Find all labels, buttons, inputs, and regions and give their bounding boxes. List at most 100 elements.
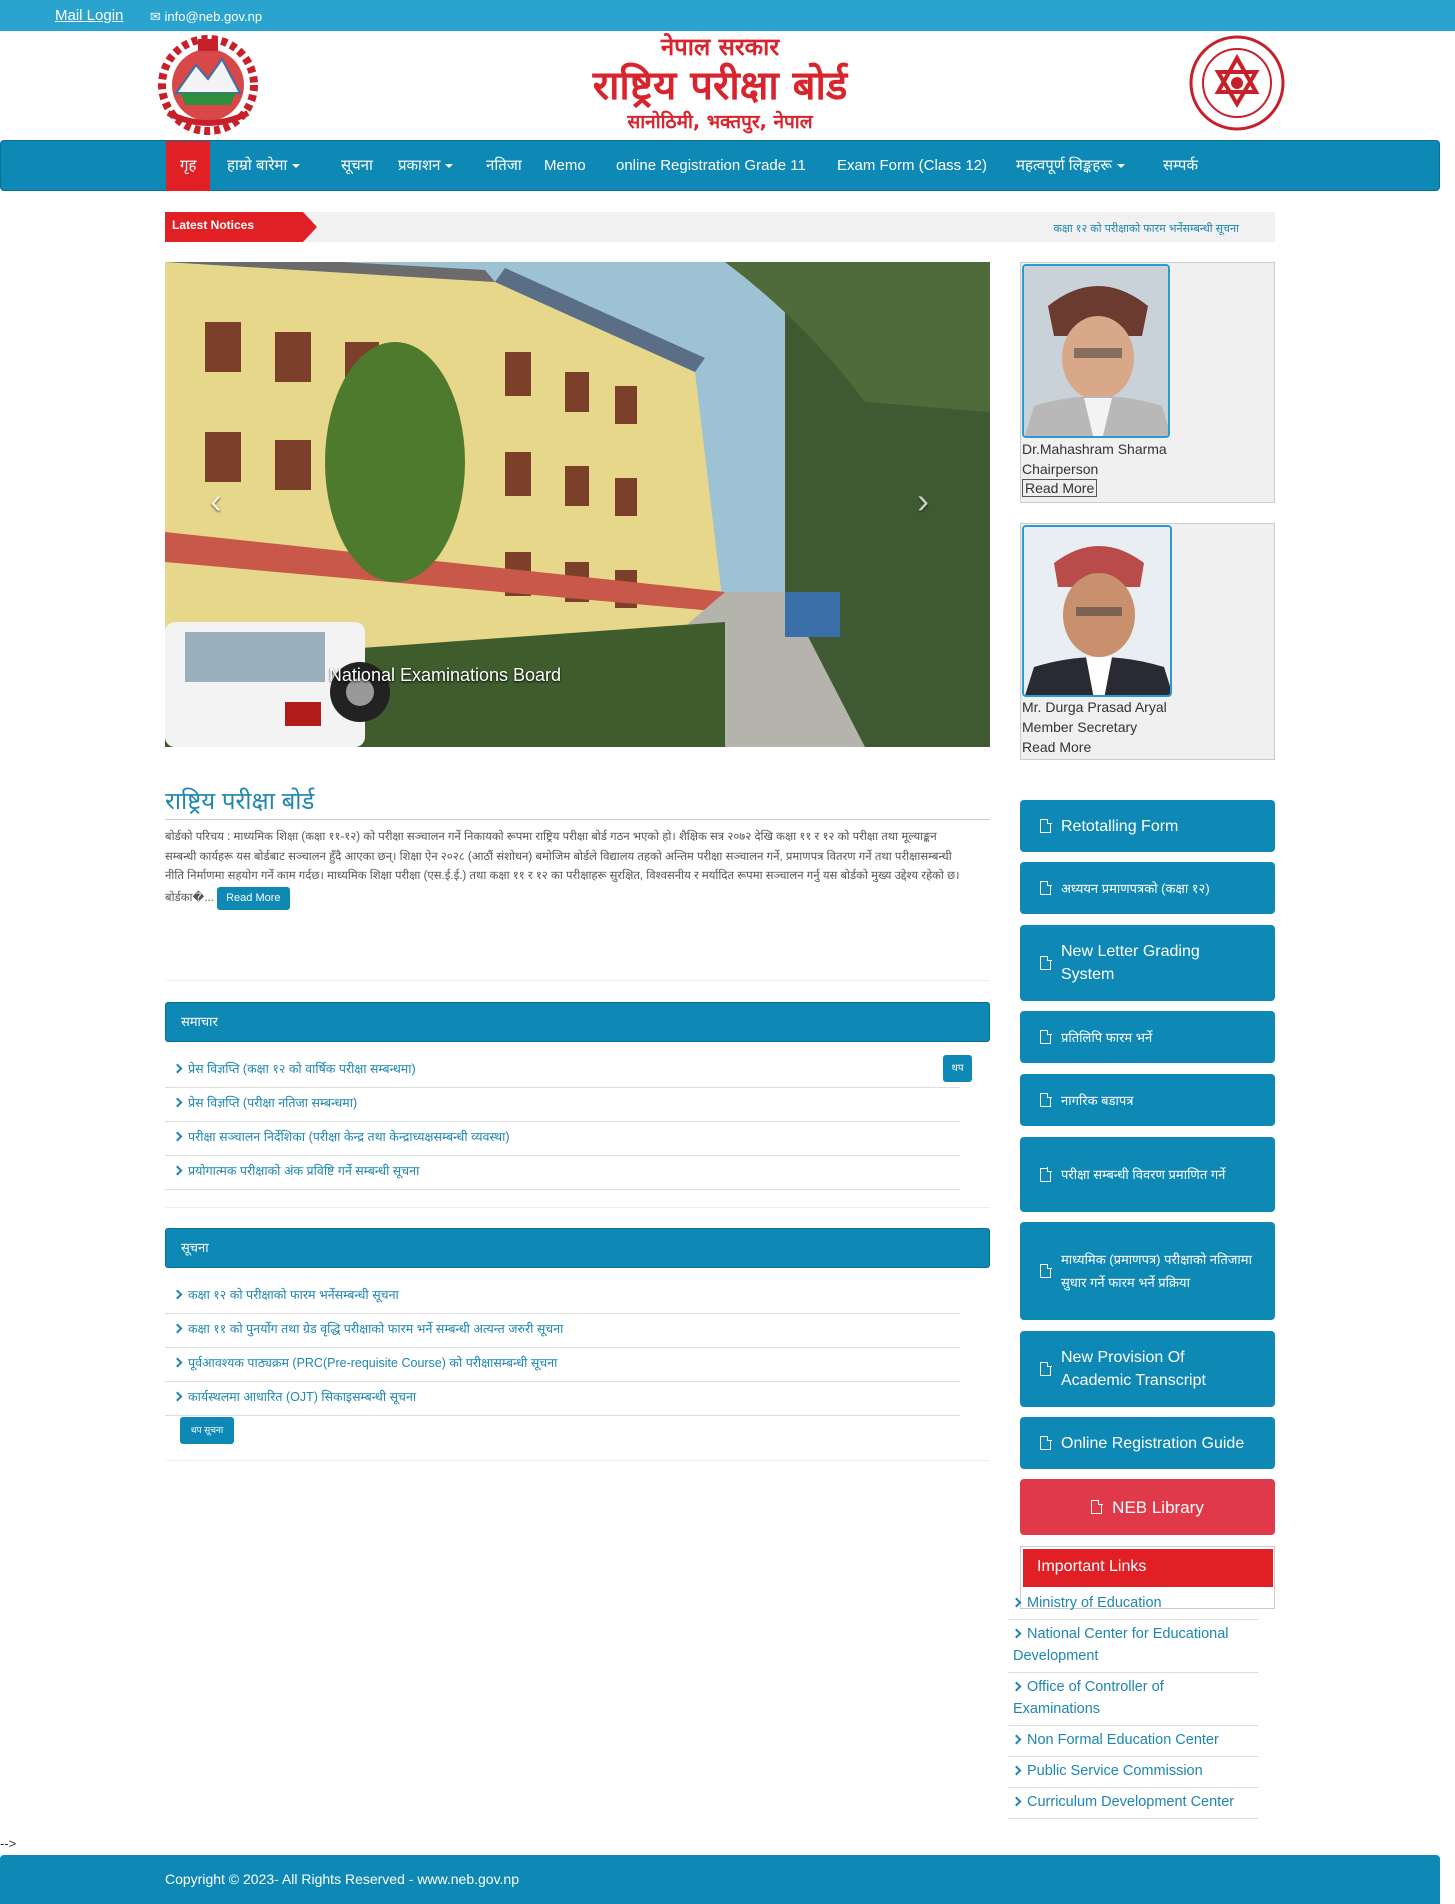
file-icon xyxy=(1040,1263,1052,1278)
chevron-right-icon xyxy=(172,1289,183,1300)
notice-item-text: कार्यस्थलमा आधारित (OJT) सिकाइसम्बन्धी स… xyxy=(188,1390,417,1404)
nav-label: महत्वपूर्ण लिङ्कहरू xyxy=(1016,157,1112,174)
retotalling-form-button[interactable]: Retotalling Form xyxy=(1020,800,1275,852)
academic-transcript-button[interactable]: New Provision Of Academic Transcript xyxy=(1020,1331,1275,1407)
list-item[interactable]: प्रेस विज्ञप्ति (परीक्षा नतिजा सम्बन्धमा… xyxy=(165,1088,960,1122)
list-item[interactable]: कक्षा ११ को पुनर्योग तथा ग्रेड वृद्धि पर… xyxy=(165,1314,960,1348)
list-item[interactable]: Curriculum Development Center xyxy=(1008,1788,1258,1819)
letter-grading-button[interactable]: New Letter Grading System xyxy=(1020,925,1275,1001)
news-item-text: प्रयोगात्मक परीक्षाको अंक प्रविष्टि गर्न… xyxy=(188,1164,420,1178)
sidebar-button-label: New Letter Grading System xyxy=(1061,943,1200,983)
list-item[interactable]: Public Service Commission xyxy=(1008,1757,1258,1788)
nav-label: प्रकाशन xyxy=(398,157,441,174)
list-item[interactable]: परीक्षा सञ्चालन निर्देशिका (परीक्षा केन्… xyxy=(165,1122,960,1156)
link-text: Curriculum Development Center xyxy=(1027,1794,1235,1810)
list-item[interactable]: Non Formal Education Center xyxy=(1008,1726,1258,1757)
chevron-right-icon xyxy=(1011,1681,1022,1692)
nav-label: नतिजा xyxy=(486,157,522,174)
file-icon xyxy=(1040,1167,1052,1182)
mail-login-link[interactable]: Mail Login xyxy=(55,7,123,24)
chevron-right-icon xyxy=(172,1131,183,1142)
list-item[interactable]: कक्षा १२ को परीक्षाको फारम भर्नेसम्बन्धी… xyxy=(165,1280,960,1314)
divider xyxy=(165,1460,990,1461)
nav-label: हाम्रो बारेमा xyxy=(227,157,288,174)
carousel-prev-arrow[interactable]: ‹ xyxy=(210,480,222,522)
copy-form-button[interactable]: प्रतिलिपि फारम भर्ने xyxy=(1020,1011,1275,1063)
site-footer: Copyright © 2023- All Rights Reserved - … xyxy=(0,1855,1440,1904)
file-icon xyxy=(1091,1499,1103,1514)
list-item[interactable]: पूर्वआवश्यक पाठ्यक्रम (PRC(Pre-requisite… xyxy=(165,1348,960,1382)
chevron-right-icon xyxy=(1011,1765,1022,1776)
intro-title: राष्ट्रिय परीक्षा बोर्ड xyxy=(165,784,990,820)
notices-more-button[interactable]: थप सूचना xyxy=(180,1417,234,1444)
caret-down-icon xyxy=(1116,164,1125,169)
chevron-right-icon xyxy=(1011,1796,1022,1807)
profile-card-chairperson: Dr.Mahashram Sharma Chairperson Read Mor… xyxy=(1020,262,1275,503)
nav-important-links[interactable]: महत्वपूर्ण लिङ्कहरू xyxy=(1002,141,1139,191)
neb-library-button[interactable]: NEB Library xyxy=(1020,1479,1275,1535)
citizen-charter-button[interactable]: नागरिक बडापत्र xyxy=(1020,1074,1275,1126)
nav-exam-form[interactable]: Exam Form (Class 12) xyxy=(823,141,1001,191)
latest-notices-ticker: Latest Notices कक्षा १२ को परीक्षाको फार… xyxy=(165,212,1275,242)
file-icon xyxy=(1040,1029,1052,1044)
online-registration-guide-button[interactable]: Online Registration Guide xyxy=(1020,1417,1275,1469)
sidebar-button-label: अध्ययन प्रमाणपत्रको (कक्षा १२) xyxy=(1061,880,1210,896)
chevron-right-icon xyxy=(1011,1597,1022,1608)
important-links-header: Important Links xyxy=(1023,1549,1273,1587)
study-certificate-button[interactable]: अध्ययन प्रमाणपत्रको (कक्षा १२) xyxy=(1020,862,1275,914)
link-text: National Center for Educational Developm… xyxy=(1013,1626,1229,1664)
list-item[interactable]: प्रयोगात्मक परीक्षाको अंक प्रविष्टि गर्न… xyxy=(165,1156,960,1190)
stray-markup-text: --> xyxy=(0,1836,17,1851)
nav-publications[interactable]: प्रकाशन xyxy=(384,141,467,191)
envelope-icon: ✉ xyxy=(150,9,161,24)
chairperson-role: Chairperson xyxy=(1022,461,1099,477)
nav-home[interactable]: गृह xyxy=(166,141,211,191)
file-icon xyxy=(1040,955,1052,970)
list-item[interactable]: कार्यस्थलमा आधारित (OJT) सिकाइसम्बन्धी स… xyxy=(165,1382,960,1416)
divider xyxy=(165,1207,990,1208)
intro-read-more-button[interactable]: Read More xyxy=(217,886,290,910)
news-list: प्रेस विज्ञप्ति (कक्षा १२ को वार्षिक परी… xyxy=(165,1054,960,1190)
news-more-button[interactable]: थप xyxy=(943,1055,972,1082)
sidebar-button-label: Retotalling Form xyxy=(1061,817,1179,835)
nav-label: गृह xyxy=(180,157,197,174)
nav-label: online Registration Grade 11 xyxy=(616,157,806,174)
chevron-right-icon xyxy=(172,1165,183,1176)
chairperson-read-more-button[interactable]: Read More xyxy=(1022,479,1098,497)
notice-item-text: पूर्वआवश्यक पाठ्यक्रम (PRC(Pre-requisite… xyxy=(188,1356,558,1370)
link-text: Ministry of Education xyxy=(1027,1595,1162,1611)
nav-online-registration[interactable]: online Registration Grade 11 xyxy=(602,141,820,191)
nav-memo[interactable]: Memo xyxy=(530,141,600,191)
news-item-text: प्रेस विज्ञप्ति (परीक्षा नतिजा सम्बन्धमा… xyxy=(188,1096,358,1110)
carousel-next-arrow[interactable]: › xyxy=(917,480,929,522)
chevron-right-icon xyxy=(172,1323,183,1334)
nav-notices[interactable]: सूचना xyxy=(327,141,387,191)
divider xyxy=(165,980,990,981)
list-item[interactable]: प्रेस विज्ञप्ति (कक्षा १२ को वार्षिक परी… xyxy=(165,1054,960,1088)
nav-results[interactable]: नतिजा xyxy=(472,141,536,191)
news-panel-header: समाचार xyxy=(165,1002,990,1042)
site-title: नेपाल सरकार राष्ट्रिय परीक्षा बोर्ड सानो… xyxy=(520,31,920,135)
nav-label: सूचना xyxy=(341,157,373,174)
ticker-notice-link[interactable]: कक्षा १२ को परीक्षाको फारम भर्नेसम्बन्धी… xyxy=(1054,221,1239,236)
result-correction-button[interactable]: माध्यमिक (प्रमाणपत्र) परीक्षाको नतिजामा … xyxy=(1020,1222,1275,1320)
profile-card-member-secretary: Mr. Durga Prasad Aryal Member Secretary … xyxy=(1020,523,1275,760)
email-contact[interactable]: ✉ info@neb.gov.np xyxy=(150,9,262,25)
list-item[interactable]: Ministry of Education xyxy=(1008,1589,1258,1620)
exam-details-verification-button[interactable]: परीक्षा सम्बन्धी विवरण प्रमाणित गर्ने xyxy=(1020,1137,1275,1212)
caret-down-icon xyxy=(292,164,301,169)
chevron-right-icon xyxy=(172,1097,183,1108)
carousel-caption: National Examinations Board xyxy=(328,665,562,685)
list-item[interactable]: Office of Controller of Examinations xyxy=(1008,1673,1258,1726)
member-secretary-role: Member Secretary xyxy=(1022,719,1138,735)
nav-contact[interactable]: सम्पर्क xyxy=(1149,141,1212,191)
nav-about[interactable]: हाम्रो बारेमा xyxy=(213,141,314,191)
nav-label: Memo xyxy=(544,157,586,174)
member-secretary-read-more-link[interactable]: Read More xyxy=(1022,739,1091,755)
list-item[interactable]: National Center for Educational Developm… xyxy=(1008,1620,1258,1673)
email-text: info@neb.gov.np xyxy=(164,9,263,24)
sidebar-button-label: Online Registration Guide xyxy=(1061,1434,1245,1452)
link-text: Public Service Commission xyxy=(1027,1763,1203,1779)
sidebar-button-label: परीक्षा सम्बन्धी विवरण प्रमाणित गर्ने xyxy=(1061,1167,1226,1182)
sidebar-button-label: नागरिक बडापत्र xyxy=(1061,1092,1134,1108)
